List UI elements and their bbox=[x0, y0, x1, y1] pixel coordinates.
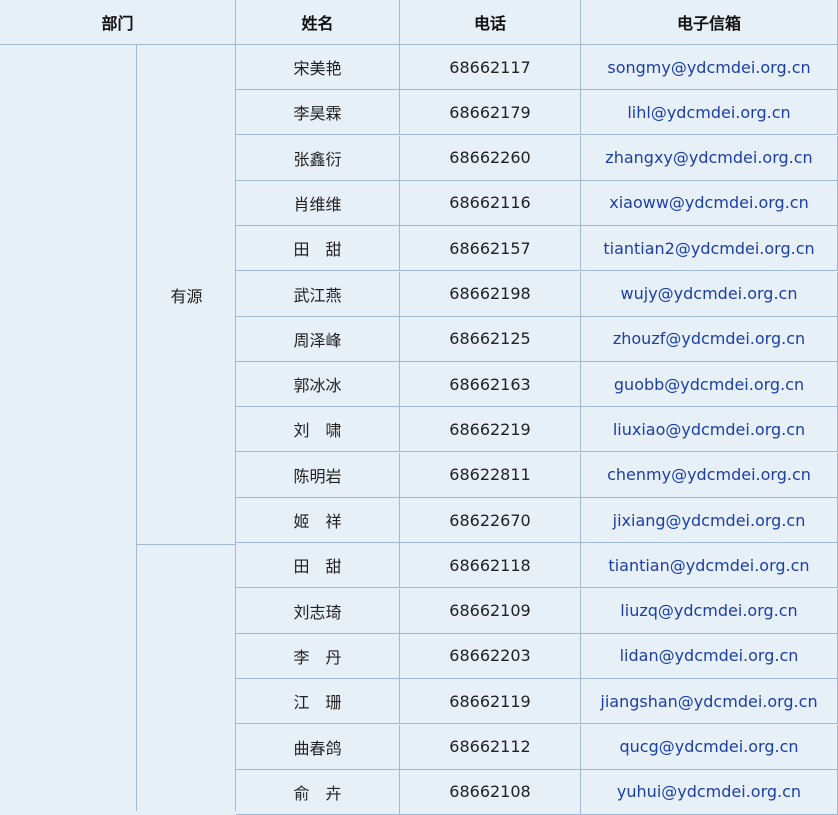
phone-cell: 68662157 bbox=[400, 226, 581, 272]
name-cell: 陈明岩 bbox=[236, 452, 400, 498]
phone-cell: 68662116 bbox=[400, 180, 581, 226]
email-link[interactable]: wujy@ydcmdei.org.cn bbox=[581, 271, 838, 317]
dept-label: 有源 bbox=[170, 287, 203, 306]
phone-cell: 68662260 bbox=[400, 135, 581, 181]
name-cell: 田 甜 bbox=[236, 226, 400, 272]
email-link[interactable]: chenmy@ydcmdei.org.cn bbox=[581, 452, 838, 498]
phone-cell: 68662203 bbox=[400, 633, 581, 679]
phone-cell: 68662198 bbox=[400, 271, 581, 317]
name-cell: 姬 祥 bbox=[236, 498, 400, 543]
name-cell: 刘 啸 bbox=[236, 407, 400, 453]
name-cell: 刘志琦 bbox=[236, 588, 400, 634]
email-link[interactable]: tiantian@ydcmdei.org.cn bbox=[581, 543, 838, 589]
phone-cell: 68662118 bbox=[400, 543, 581, 589]
email-link[interactable]: yuhui@ydcmdei.org.cn bbox=[581, 769, 838, 815]
phone-cell: 68662119 bbox=[400, 679, 581, 725]
header-name: 姓名 bbox=[236, 0, 400, 45]
email-link[interactable]: tiantian2@ydcmdei.org.cn bbox=[581, 226, 838, 272]
phone-cell: 68662109 bbox=[400, 588, 581, 634]
phone-cell: 68662163 bbox=[400, 362, 581, 408]
contact-table: 部门 姓名 电话 电子信箱 有源 宋美艳 68662117 songmy@ydcmd… bbox=[0, 0, 838, 815]
phone-cell: 68662125 bbox=[400, 316, 581, 362]
email-link[interactable]: liuxiao@ydcmdei.org.cn bbox=[581, 407, 838, 453]
name-cell: 张鑫衍 bbox=[236, 135, 400, 181]
email-link[interactable]: qucg@ydcmdei.org.cn bbox=[581, 724, 838, 770]
email-link[interactable]: xiaoww@ydcmdei.org.cn bbox=[581, 180, 838, 226]
phone-cell: 68622670 bbox=[400, 498, 581, 543]
name-cell: 郭冰冰 bbox=[236, 362, 400, 408]
name-cell: 周泽峰 bbox=[236, 316, 400, 362]
email-link[interactable]: lidan@ydcmdei.org.cn bbox=[581, 633, 838, 679]
name-cell: 李 丹 bbox=[236, 633, 400, 679]
email-link[interactable]: zhouzf@ydcmdei.org.cn bbox=[581, 316, 838, 362]
dept-column bbox=[0, 45, 137, 811]
phone-cell: 68662179 bbox=[400, 90, 581, 136]
header-phone: 电话 bbox=[400, 0, 581, 45]
email-link[interactable]: jiangshan@ydcmdei.org.cn bbox=[581, 679, 838, 725]
name-cell: 肖维维 bbox=[236, 180, 400, 226]
name-cell: 宋美艳 bbox=[236, 45, 400, 90]
name-cell: 田 甜 bbox=[236, 543, 400, 589]
phone-cell: 68662117 bbox=[400, 45, 581, 90]
subdept-cell-2 bbox=[137, 545, 236, 811]
name-cell: 武江燕 bbox=[236, 271, 400, 317]
name-cell: 俞 卉 bbox=[236, 769, 400, 815]
header-dept: 部门 bbox=[0, 0, 236, 45]
name-cell: 李昊霖 bbox=[236, 90, 400, 136]
phone-cell: 68622811 bbox=[400, 452, 581, 498]
email-link[interactable]: songmy@ydcmdei.org.cn bbox=[581, 45, 838, 90]
email-link[interactable]: liuzq@ydcmdei.org.cn bbox=[581, 588, 838, 634]
phone-cell: 68662219 bbox=[400, 407, 581, 453]
phone-cell: 68662108 bbox=[400, 769, 581, 815]
email-link[interactable]: zhangxy@ydcmdei.org.cn bbox=[581, 135, 838, 181]
name-cell: 江 珊 bbox=[236, 679, 400, 725]
header-email: 电子信箱 bbox=[581, 0, 838, 45]
email-link[interactable]: lihl@ydcmdei.org.cn bbox=[581, 90, 838, 136]
name-cell: 曲春鸽 bbox=[236, 724, 400, 770]
email-link[interactable]: jixiang@ydcmdei.org.cn bbox=[581, 498, 838, 543]
email-link[interactable]: guobb@ydcmdei.org.cn bbox=[581, 362, 838, 408]
phone-cell: 68662112 bbox=[400, 724, 581, 770]
